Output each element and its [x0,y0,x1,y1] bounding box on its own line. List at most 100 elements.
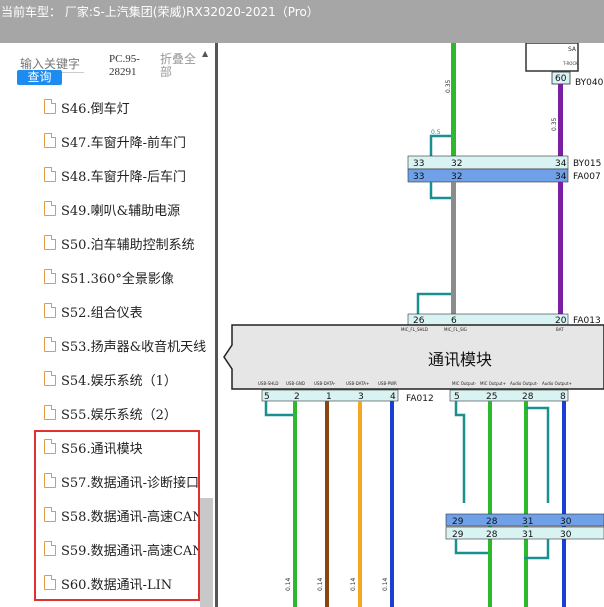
file-icon [44,405,56,420]
by040-sub: SA [568,46,577,53]
wire-label: 0.5 [431,129,441,136]
module-bottom-pin: USB-GND [286,381,305,386]
wire-green-usb [293,401,297,607]
list-item[interactable]: S51.360°全景影像 [0,261,200,295]
wire-gray-mid [451,182,456,314]
wire-purple-mid [558,182,563,314]
file-icon [44,235,56,250]
wire-label: 0.14 [317,577,324,591]
file-icon [44,99,56,114]
window-title: 当前车型： 厂家:S-上汽集团(荣威)RX32020-2021（Pro） [1,5,319,19]
list-item[interactable]: S53.扬声器&收音机天线 [0,329,206,363]
file-icon [44,133,56,148]
wire-teal-mid [429,182,451,200]
module-bottom-pin: MIC Output+ [480,381,506,386]
collapse-all-button[interactable]: 折叠全部 [160,53,200,79]
highlight-box [34,430,200,601]
file-icon [44,201,56,216]
wire-orange-usb [358,401,362,607]
wire-teal-lower [416,292,451,314]
lower-a-pin: 28 [486,517,498,527]
lower-a-pin: 30 [560,517,572,527]
lower-b-pin: 28 [486,530,498,540]
wire-label: 0.35 [551,117,558,131]
module-bottom-pin: Audio Output+ [542,381,572,386]
fa007-pin-2: 32 [451,172,462,182]
list-item[interactable]: S48.车窗升降-后车门 [0,159,200,193]
search-button[interactable]: 查询 [17,70,62,85]
list-item[interactable]: S55.娱乐系统（2） [0,397,200,431]
module-top-pin: MIC_FL_SHLD [401,327,428,332]
by015-pin-3: 34 [555,159,567,169]
list-item[interactable]: S50.泊车辅助控制系统 [0,227,200,261]
wire-teal-top [429,134,451,156]
fa012-pin: 5 [264,392,270,402]
fa012-pin: 2 [294,392,300,402]
wire-label: 0.14 [285,577,292,591]
wiring-diagram[interactable]: SA T-ROCK 60 BY040 0.35 0.35 0.5 33 32 3… [218,43,604,607]
module-bottom-pin: MIC Output- [452,381,477,386]
fa007-pin-1: 33 [413,172,424,182]
list-item[interactable]: S47.车窗升降-前车门 [0,125,200,159]
module-body [223,324,604,390]
module-bottom-pin: USB-DATA- [314,381,336,386]
lower-a-pin: 29 [452,517,464,527]
wire-label: 0.14 [382,577,389,591]
list-item[interactable]: S52.组合仪表 [0,295,200,329]
wire-teal-shield [264,401,294,417]
fa012-pin: 25 [486,392,497,402]
lower-b-pin: 31 [522,530,533,540]
search-row: 查询 PC.95-28291 折叠全部 ▲ [0,43,215,91]
wire-green-top [451,43,456,156]
wire-green-mic [488,401,492,607]
list-item[interactable]: S49.喇叭&辅助电源 [0,193,200,227]
file-icon [44,337,56,352]
wire-purple-top [558,84,563,156]
module-bottom-pin: USB-DATA+ [346,381,369,386]
fa012-pin: 4 [390,392,396,402]
list-item-label: S51.360°全景影像 [61,272,174,287]
by015-pin-2: 32 [451,159,462,169]
module-bottom-pin: USB-PWR [378,381,397,386]
lower-a-pin: 31 [522,517,533,527]
module-top-pin: BAT [556,327,564,332]
list-item-label: S47.车窗升降-前车门 [61,136,186,151]
fa012-pin: 1 [326,392,332,402]
module-bottom-pin: Audio Output- [510,381,539,386]
fa012-pin: 5 [454,392,460,402]
fa012-pin: 28 [522,392,534,402]
list-item-label: S55.娱乐系统（2） [61,408,177,423]
fa007-body [407,168,569,183]
fa012-pin: 8 [560,392,566,402]
list-item[interactable]: S54.娱乐系统（1） [0,363,200,397]
wire-teal-audio [526,406,550,503]
by040-pin: 60 [555,74,567,84]
fa012-right-body [449,389,569,402]
sidebar: 查询 PC.95-28291 折叠全部 ▲ S46.倒车灯 S47.车窗升降-前… [0,43,215,607]
module-top-pin: MIC_FL_SIG [444,327,467,332]
wire-teal-mic [454,401,466,503]
file-icon [44,303,56,318]
fa012-pin: 3 [358,392,364,402]
list-item-label: S48.车窗升降-后车门 [61,170,186,185]
list-item-label: S49.喇叭&辅助电源 [61,204,181,219]
by015-body [407,155,569,170]
file-icon [44,371,56,386]
lower-b-pin: 30 [560,530,572,540]
scroll-up-arrow-icon[interactable]: ▲ [202,49,208,58]
list-item[interactable]: S46.倒车灯 [0,91,200,125]
module-bottom-pin: USB-SHLD [258,381,279,386]
doc-code: PC.95-28291 [109,53,140,78]
by040-label: BY040 [575,78,604,88]
file-icon [44,269,56,284]
wire-green-audio [524,401,528,607]
list-item-label: S53.扬声器&收音机天线 [61,340,207,355]
list-item-label: S50.泊车辅助控制系统 [61,238,195,253]
fa013-body [407,313,569,326]
wire-label: 0.14 [350,577,357,591]
fa012-label: FA012 [406,394,434,404]
fa007-label: FA007 [573,172,601,182]
scrollbar[interactable] [200,498,213,607]
by015-pin-1: 33 [413,159,424,169]
list-item-label: S46.倒车灯 [61,102,130,117]
